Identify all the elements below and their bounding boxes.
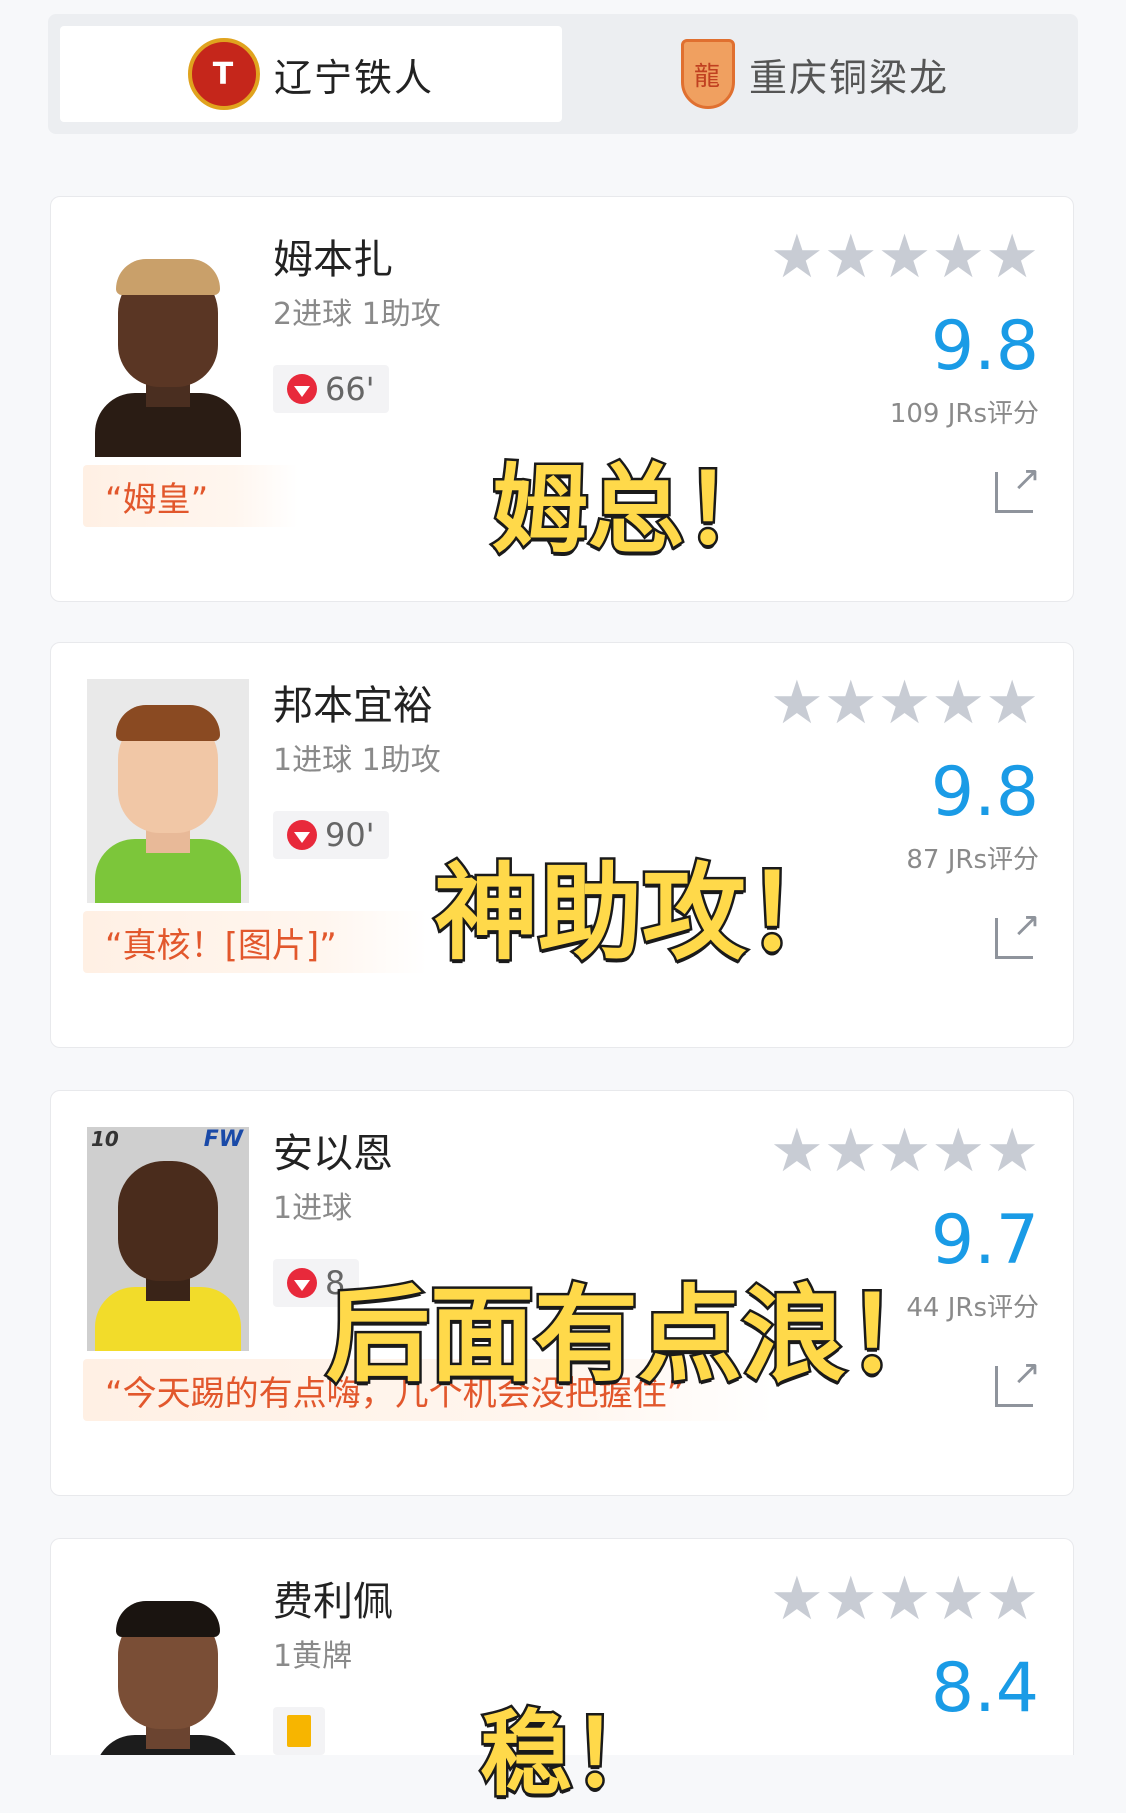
share-icon[interactable] <box>995 1353 1041 1407</box>
player-stats: 2进球 1助攻 <box>273 297 441 332</box>
player-score: 8.4 <box>930 1649 1039 1728</box>
sub-off-icon <box>287 820 317 850</box>
photo-number: 10 <box>91 1127 119 1151</box>
tab-liaoning[interactable]: T 辽宁铁人 <box>60 26 562 122</box>
team-tabs: T 辽宁铁人 龍 重庆铜梁龙 <box>48 14 1078 134</box>
jrs-count: 109 JRs评分 <box>889 399 1039 429</box>
player-name: 姆本扎 <box>273 237 393 283</box>
caption-overlay: 神助攻！ <box>431 850 852 977</box>
player-photo <box>87 1575 249 1755</box>
caption-overlay: 稳！ <box>477 1699 666 1811</box>
player-photo <box>87 679 249 903</box>
tab-chongqing[interactable]: 龍 重庆铜梁龙 <box>564 26 1066 122</box>
sub-event-badge: 90' <box>273 811 389 859</box>
share-icon[interactable] <box>995 459 1041 513</box>
sub-off-icon <box>287 1268 317 1298</box>
photo-position: FW <box>203 1127 243 1152</box>
caption-overlay: 后面有点浪！ <box>323 1272 952 1399</box>
jrs-count: 87 JRs评分 <box>906 845 1039 875</box>
rating-stars[interactable]: ★★★★★ <box>770 1121 1039 1181</box>
player-stats: 1黄牌 <box>273 1639 353 1674</box>
rating-stars[interactable]: ★★★★★ <box>770 1569 1039 1629</box>
tab-label: 重庆铜梁龙 <box>748 55 949 100</box>
player-name: 安以恩 <box>273 1131 393 1177</box>
sub-event-badge: 66' <box>273 365 389 413</box>
event-minute: 90' <box>325 816 375 854</box>
rating-stars[interactable]: ★★★★★ <box>770 227 1039 287</box>
player-score: 9.8 <box>930 753 1039 832</box>
player-name: 邦本宜裕 <box>273 683 433 729</box>
tab-label: 辽宁铁人 <box>273 55 434 100</box>
yellow-card-badge <box>273 1707 325 1755</box>
player-score: 9.8 <box>930 307 1039 386</box>
chongqing-badge-icon: 龍 <box>680 39 735 109</box>
caption-overlay: 姆总！ <box>490 452 783 569</box>
yellow-card-icon <box>287 1715 311 1747</box>
event-minute: 66' <box>325 370 375 408</box>
player-name: 费利佩 <box>273 1579 393 1625</box>
player-photo: 10 FW <box>87 1127 249 1351</box>
player-stats: 1进球 <box>273 1191 353 1226</box>
player-photo <box>87 233 249 457</box>
top-comment[interactable]: “姆皇” <box>83 465 299 527</box>
share-icon[interactable] <box>995 905 1041 959</box>
player-stats: 1进球 1助攻 <box>273 743 441 778</box>
rating-stars[interactable]: ★★★★★ <box>770 673 1039 733</box>
sub-off-icon <box>287 374 317 404</box>
liaoning-tieren-badge-icon: T <box>187 38 260 110</box>
top-comment[interactable]: “真核！[图片]” <box>83 911 427 973</box>
